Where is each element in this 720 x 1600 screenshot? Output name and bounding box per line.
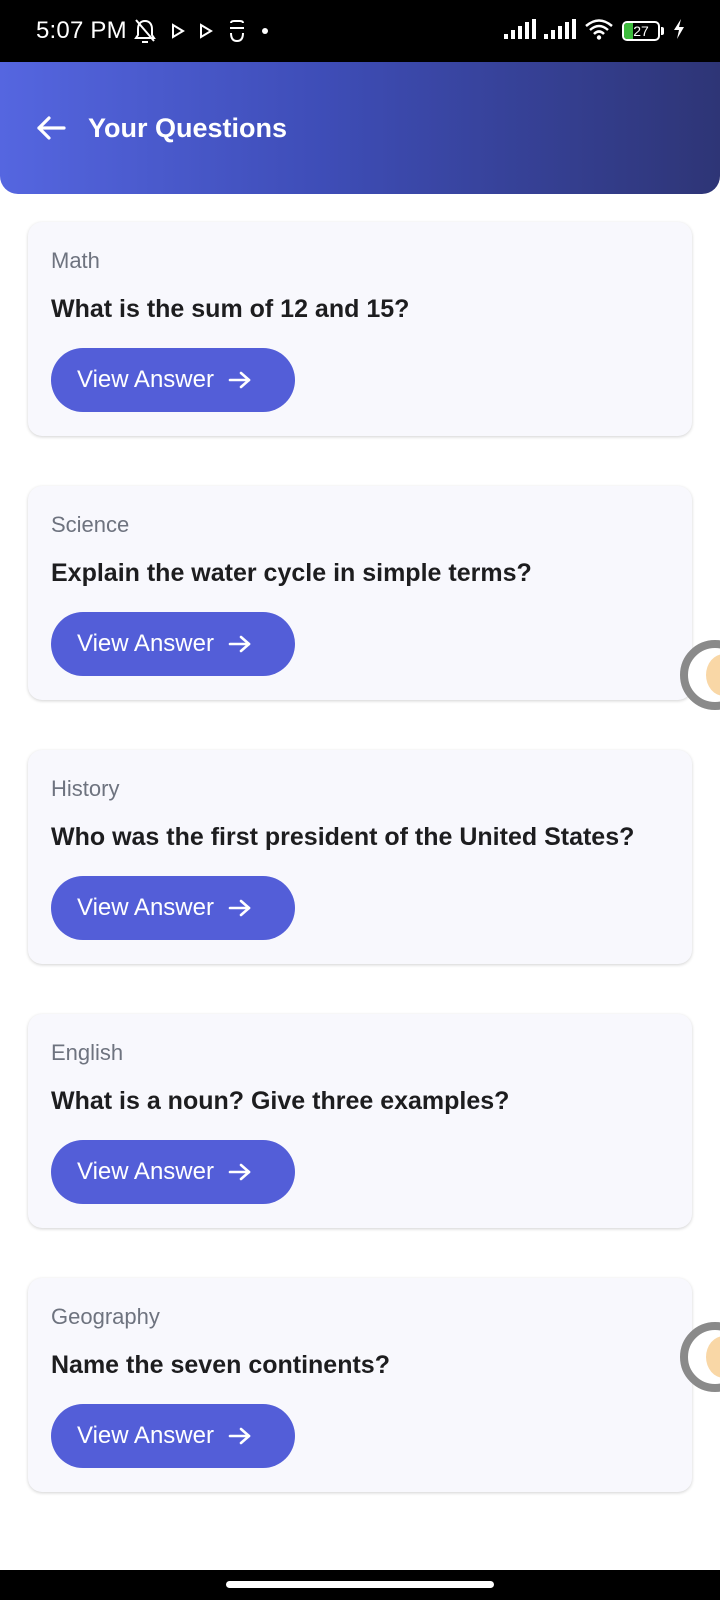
question-text: What is a noun? Give three examples? <box>51 1087 510 1115</box>
view-answer-label: View Answer <box>77 1422 214 1449</box>
battery-icon: 27 <box>622 21 664 41</box>
arrow-left-icon <box>37 116 66 140</box>
signal-icon <box>544 18 576 44</box>
question-card: History Who was the first president of t… <box>28 750 692 964</box>
back-button[interactable] <box>34 111 68 145</box>
question-card: Geography Name the seven continents? Vie… <box>28 1278 692 1492</box>
app-header: Your Questions <box>0 62 720 194</box>
question-text: Name the seven continents? <box>51 1351 390 1379</box>
question-text: What is the sum of 12 and 15? <box>51 295 410 323</box>
home-gesture-handle[interactable] <box>226 1581 494 1588</box>
arrow-right-icon <box>228 898 252 918</box>
question-text: Explain the water cycle in simple terms? <box>51 559 532 587</box>
page-title: Your Questions <box>88 112 288 143</box>
arrow-right-icon <box>228 634 252 654</box>
battery-level: 27 <box>633 23 649 39</box>
alarm-off-icon <box>133 18 157 44</box>
question-card: Science Explain the water cycle in simpl… <box>28 486 692 700</box>
dot-icon <box>261 27 269 35</box>
view-answer-button[interactable]: View Answer <box>51 348 295 412</box>
question-subject: History <box>51 776 120 801</box>
status-time: 5:07 PM <box>36 17 127 44</box>
charging-icon <box>672 18 686 45</box>
question-card: Math What is the sum of 12 and 15? View … <box>28 222 692 436</box>
view-answer-button[interactable]: View Answer <box>51 876 295 940</box>
signal-icon <box>504 18 536 44</box>
view-answer-button[interactable]: View Answer <box>51 1140 295 1204</box>
arrow-right-icon <box>228 1426 252 1446</box>
question-text: Who was the first president of the Unite… <box>51 823 635 851</box>
wifi-icon <box>584 18 614 45</box>
question-card: English What is a noun? Give three examp… <box>28 1014 692 1228</box>
view-answer-button[interactable]: View Answer <box>51 612 295 676</box>
navigation-bar <box>0 1570 720 1600</box>
view-answer-label: View Answer <box>77 1158 214 1185</box>
bubble-avatar-icon <box>706 654 720 696</box>
question-subject: Science <box>51 512 130 537</box>
sim-icon <box>227 19 247 43</box>
question-subject: Math <box>51 248 100 273</box>
play-icon <box>199 23 213 39</box>
status-notification-icons <box>133 18 269 44</box>
arrow-right-icon <box>228 370 252 390</box>
arrow-right-icon <box>228 1162 252 1182</box>
battery-fill <box>624 23 634 39</box>
view-answer-label: View Answer <box>77 630 214 657</box>
bubble-avatar-icon <box>706 1336 720 1378</box>
status-system-icons: 27 <box>504 18 686 45</box>
status-bar: 5:07 PM 27 <box>0 0 720 62</box>
play-icon <box>171 23 185 39</box>
view-answer-label: View Answer <box>77 894 214 921</box>
question-subject: Geography <box>51 1304 160 1329</box>
question-list: Math What is the sum of 12 and 15? View … <box>28 222 692 1542</box>
view-answer-label: View Answer <box>77 366 214 393</box>
view-answer-button[interactable]: View Answer <box>51 1404 295 1468</box>
question-subject: English <box>51 1040 124 1065</box>
